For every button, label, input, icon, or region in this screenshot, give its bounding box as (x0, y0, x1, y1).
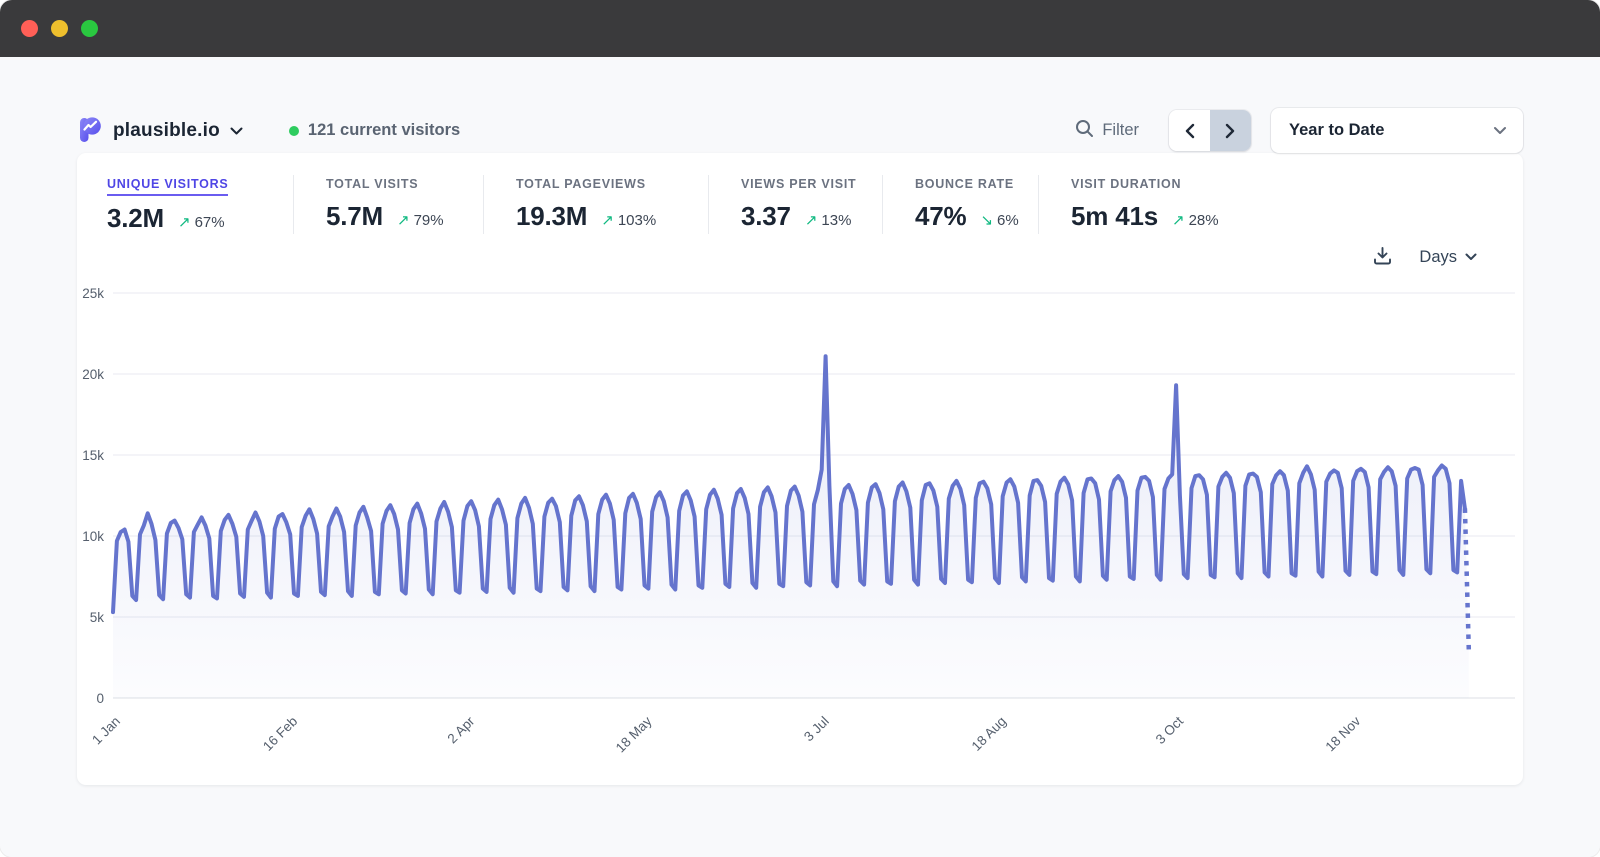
stat-change: 103% (618, 212, 656, 229)
stat-label[interactable]: BOUNCE RATE (915, 177, 1014, 194)
plausible-logo-icon (77, 114, 103, 148)
header-right: Filter Year to Date (1075, 108, 1523, 153)
dashboard-page: plausible.io 121 current visitors Filter (0, 57, 1600, 857)
y-axis-label: 10k (82, 529, 104, 544)
header-left: plausible.io 121 current visitors (77, 114, 460, 148)
chart-area[interactable]: 0 5k 10k 15k 20k 25k 1 Jan 16 Feb 2 Apr 18 May 3 J… (77, 274, 1523, 781)
interval-select[interactable]: Days (1419, 248, 1477, 267)
visitors-line-chart: 0 5k 10k 15k 20k 25k 1 Jan 16 Feb 2 Apr 18 May 3 J… (77, 274, 1523, 776)
traffic-lights (21, 20, 98, 37)
y-axis-label: 25k (82, 286, 104, 301)
stat-value: 5m 41s (1071, 201, 1158, 232)
x-axis-label: 18 Nov (1322, 713, 1363, 754)
date-range-value: Year to Date (1289, 121, 1384, 140)
x-axis-label: 3 Jul (801, 714, 832, 745)
x-axis-label: 1 Jan (89, 714, 123, 748)
interval-label: Days (1419, 248, 1457, 267)
stat-total-pageviews[interactable]: TOTAL PAGEVIEWS 19.3M ↗ 103% (483, 175, 708, 234)
y-axis-label: 5k (90, 610, 105, 625)
stat-value: 5.7M (326, 201, 383, 232)
live-dot-icon (289, 126, 299, 136)
zoom-window-button[interactable] (81, 20, 98, 37)
chevron-down-icon (230, 122, 243, 140)
prev-period-button[interactable] (1169, 110, 1210, 151)
trend-up-icon: ↗ (805, 211, 818, 229)
site-switcher[interactable]: plausible.io (77, 114, 243, 148)
stat-label[interactable]: VISIT DURATION (1071, 177, 1181, 194)
y-axis-label: 20k (82, 367, 104, 382)
stat-change: 13% (821, 212, 851, 229)
stat-total-visits[interactable]: TOTAL VISITS 5.7M ↗ 79% (293, 175, 483, 234)
site-name: plausible.io (113, 120, 220, 142)
stat-change: 28% (1189, 212, 1219, 229)
trend-up-icon: ↗ (397, 211, 410, 229)
stat-value: 3.2M (107, 203, 164, 234)
dashboard-header: plausible.io 121 current visitors Filter (77, 57, 1523, 153)
export-download-button[interactable] (1372, 245, 1393, 269)
y-axis-label: 0 (96, 691, 104, 706)
chevron-down-icon (1465, 248, 1477, 266)
stat-value: 19.3M (516, 201, 587, 232)
stat-bounce-rate[interactable]: BOUNCE RATE 47% ↘ 6% (882, 175, 1038, 234)
stat-change: 6% (997, 212, 1019, 229)
stat-label[interactable]: TOTAL PAGEVIEWS (516, 177, 646, 194)
stat-label[interactable]: TOTAL VISITS (326, 177, 418, 194)
stat-unique-visitors[interactable]: UNIQUE VISITORS 3.2M ↗ 67% (107, 175, 293, 234)
stat-label[interactable]: UNIQUE VISITORS (107, 177, 228, 196)
trend-up-icon: ↗ (601, 211, 614, 229)
window-titlebar (0, 0, 1600, 57)
stats-row: UNIQUE VISITORS 3.2M ↗ 67% TOTAL VISITS … (77, 175, 1523, 234)
stat-visit-duration[interactable]: VISIT DURATION 5m 41s ↗ 28% (1038, 175, 1278, 234)
y-axis-label: 15k (82, 448, 104, 463)
chart-toolbar: Days (77, 240, 1523, 274)
filter-label: Filter (1102, 121, 1139, 140)
next-period-button[interactable] (1210, 110, 1251, 151)
x-axis-label: 2 Apr (445, 713, 478, 746)
analytics-card: UNIQUE VISITORS 3.2M ↗ 67% TOTAL VISITS … (77, 153, 1523, 785)
search-icon (1075, 119, 1094, 143)
filter-button[interactable]: Filter (1075, 119, 1139, 143)
trend-down-icon: ↘ (980, 211, 993, 229)
trend-up-icon: ↗ (178, 213, 191, 231)
minimize-window-button[interactable] (51, 20, 68, 37)
stat-value: 3.37 (741, 201, 791, 232)
download-icon (1372, 245, 1393, 269)
stat-change: 67% (195, 214, 225, 231)
date-range-select[interactable]: Year to Date (1271, 108, 1523, 153)
stat-change: 79% (414, 212, 444, 229)
current-visitors[interactable]: 121 current visitors (289, 121, 460, 140)
x-axis-label: 3 Oct (1153, 713, 1187, 747)
period-nav-group (1169, 110, 1251, 151)
current-visitors-label: 121 current visitors (308, 121, 460, 140)
x-axis-label: 16 Feb (260, 714, 300, 754)
stat-views-per-visit[interactable]: VIEWS PER VISIT 3.37 ↗ 13% (708, 175, 882, 234)
browser-window: plausible.io 121 current visitors Filter (0, 0, 1600, 857)
trend-up-icon: ↗ (1172, 211, 1185, 229)
stat-value: 47% (915, 201, 966, 232)
chevron-down-icon (1493, 122, 1507, 140)
x-axis-label: 18 May (613, 713, 655, 755)
x-axis-label: 18 Aug (969, 714, 1009, 754)
stat-label[interactable]: VIEWS PER VISIT (741, 177, 856, 194)
close-window-button[interactable] (21, 20, 38, 37)
